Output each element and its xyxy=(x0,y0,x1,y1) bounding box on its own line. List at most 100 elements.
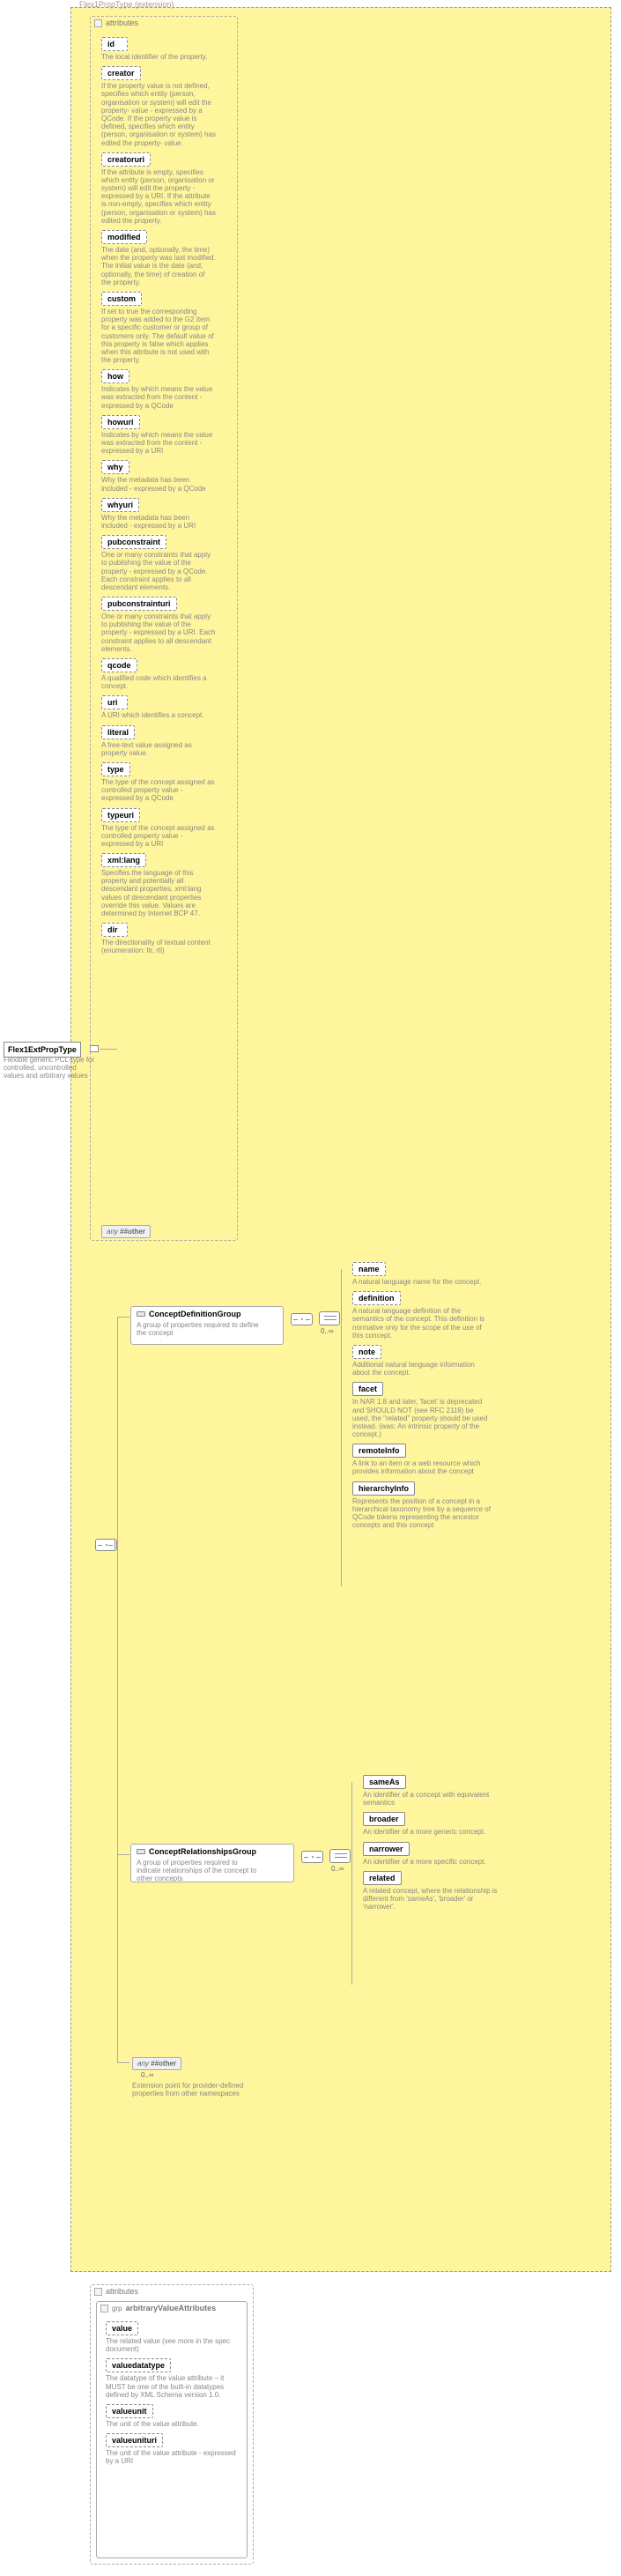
item-label: narrower xyxy=(363,1842,410,1856)
item-desc: An identifier of a more generic concept. xyxy=(363,1828,502,1836)
item-label: modified xyxy=(101,230,147,244)
schema-item: definitionA natural language definition … xyxy=(352,1291,502,1340)
rel-seq xyxy=(301,1851,323,1863)
attribute-group-box: grp arbitraryValueAttributes value The re… xyxy=(96,2301,248,2558)
attribute-group-title: arbitraryValueAttributes xyxy=(126,2304,217,2312)
item-desc: The unit of the value attribute - expres… xyxy=(106,2449,238,2465)
concept-relationships-group: ConceptRelationshipsGroup A group of pro… xyxy=(130,1844,294,1882)
item-desc: A related concept, where the relationshi… xyxy=(363,1887,502,1912)
item-desc: A natural language name for the concept. xyxy=(352,1278,492,1286)
sequence-connector xyxy=(95,1539,117,1551)
schema-item: remoteInfoA link to an item or a web res… xyxy=(352,1444,502,1475)
schema-item: noteAdditional natural language informat… xyxy=(352,1345,502,1377)
concept-definition-group: ConceptDefinitionGroup A group of proper… xyxy=(130,1306,284,1345)
group-desc: A group of properties required to indica… xyxy=(131,1859,269,1887)
item-label: facet xyxy=(352,1382,383,1396)
any-elem-desc: Extension point for provider-defined pro… xyxy=(132,2082,247,2097)
item-desc: The type of the concept assigned as cont… xyxy=(101,778,216,803)
item-label: id xyxy=(101,37,128,51)
item-label: how xyxy=(101,369,129,383)
schema-item: whyuriWhy the metadata has been included… xyxy=(101,498,218,530)
any-other-inline: any ##other xyxy=(101,1225,151,1238)
any-tally: 0..∞ xyxy=(141,2071,154,2079)
root-type-desc: Flexible generic PCL-type for controlled… xyxy=(4,1056,95,1080)
item-desc: A qualified code which identifies a conc… xyxy=(101,674,216,690)
seq-h2 xyxy=(117,1854,129,1855)
item-label: note xyxy=(352,1345,381,1359)
def-fan xyxy=(341,1269,342,1586)
schema-item: modified The date (and, optionally, the t… xyxy=(101,230,218,286)
panel-icon xyxy=(94,2288,102,2296)
item-label: valueunit xyxy=(106,2404,153,2418)
schema-item: narrower An identifier of a more specific… xyxy=(363,1842,513,1866)
schema-item: pubconstraint One or many constraints tha… xyxy=(101,535,218,591)
item-desc: The date (and, optionally, the time) whe… xyxy=(101,246,216,286)
schema-item: typeuriThe type of the concept assigned … xyxy=(101,808,218,849)
rel-choice xyxy=(329,1849,351,1863)
schema-item: facetIn NAR 1.8 and later, 'facet' is de… xyxy=(352,1382,502,1438)
item-label: remoteInfo xyxy=(352,1444,406,1458)
group-tab-icon xyxy=(137,1849,145,1854)
item-desc: An identifier of a concept with equivale… xyxy=(363,1791,502,1807)
schema-item: valueunit The unit of the value attribute… xyxy=(106,2404,241,2428)
attributes-panel-header: attributes xyxy=(91,2285,253,2298)
item-desc: A free-text value assigned as property v… xyxy=(101,741,216,757)
item-desc: A URI which identifies a concept. xyxy=(101,711,216,719)
item-desc: The datatype of the value attribute – it… xyxy=(106,2374,238,2399)
rel-fan xyxy=(351,1782,352,1985)
item-label: definition xyxy=(352,1291,401,1305)
item-label: xml:lang xyxy=(101,853,146,867)
attribute-group-header: grp arbitraryValueAttributes xyxy=(97,2302,247,2314)
item-desc: An identifier of a more specific concept… xyxy=(363,1858,502,1866)
schema-item: sameAs An identifier of a concept with eq… xyxy=(363,1775,513,1807)
schema-item: name A natural language name for the conc… xyxy=(352,1262,502,1286)
item-desc: Indicates by which means the value was e… xyxy=(101,385,216,410)
item-label: broader xyxy=(363,1812,405,1826)
seq-h1 xyxy=(117,1317,129,1318)
relationship-items-column: sameAs An identifier of a concept with eq… xyxy=(363,1775,513,1916)
panel-icon xyxy=(94,19,102,27)
item-desc: The related value (see more in the spec … xyxy=(106,2337,238,2353)
item-label: sameAs xyxy=(363,1775,406,1789)
item-label: type xyxy=(101,762,130,776)
any-label: ##other xyxy=(151,2060,176,2067)
item-label: creator xyxy=(101,66,141,80)
item-desc: Specifies the language of this property … xyxy=(101,869,216,917)
attributes-panel-bottom: attributes grp arbitraryValueAttributes … xyxy=(90,2284,254,2565)
grp-prefix: grp xyxy=(112,2305,122,2312)
item-desc: One or many constraints that apply to pu… xyxy=(101,612,216,653)
item-label: uri xyxy=(101,695,128,709)
item-desc: One or many constraints that apply to pu… xyxy=(101,551,216,591)
item-label: whyuri xyxy=(101,498,139,512)
schema-item: howuriIndicates by which means the value… xyxy=(101,415,218,456)
group-header: ConceptRelationshipsGroup xyxy=(131,1845,293,1859)
rel-tally: 0..∞ xyxy=(331,1865,344,1873)
schema-item: valueunituriThe unit of the value attrib… xyxy=(106,2433,241,2465)
def-seq xyxy=(291,1313,313,1325)
schema-item: valuedatatypeThe datatype of the value a… xyxy=(106,2358,241,2399)
item-label: value xyxy=(106,2321,138,2335)
item-desc: The directionality of textual content (e… xyxy=(101,939,216,954)
any-label: ##other xyxy=(120,1228,145,1236)
any-other-element: any ##other xyxy=(132,2057,181,2070)
group-title: ConceptDefinitionGroup xyxy=(149,1310,241,1318)
item-label: typeuri xyxy=(101,808,140,822)
item-label: custom xyxy=(101,292,142,306)
attributes-panel-title: attributes xyxy=(106,19,138,27)
item-desc: The unit of the value attribute. xyxy=(106,2420,238,2428)
schema-item: relatedA related concept, where the rela… xyxy=(363,1871,513,1912)
arbitrary-attrs-column: value The related value (see more in the … xyxy=(106,2321,241,2471)
schema-item: hierarchyInfoRepresents the position of … xyxy=(352,1481,502,1530)
extension-label: Flex1PropType (extension) xyxy=(79,0,174,9)
schema-item: whyWhy the metadata has been included - … xyxy=(101,460,218,492)
group-title: ConceptRelationshipsGroup xyxy=(149,1847,256,1856)
schema-item: idThe local identifier of the property. xyxy=(101,37,218,61)
schema-item: creatoruriIf the attribute is empty, spe… xyxy=(101,152,218,225)
schema-item: creatorIf the property value is not defi… xyxy=(101,66,218,147)
item-desc: Represents the position of a concept in … xyxy=(352,1497,492,1530)
item-label: name xyxy=(352,1262,386,1276)
item-label: pubconstraint xyxy=(101,535,166,549)
item-label: hierarchyInfo xyxy=(352,1481,415,1496)
schema-item: uri A URI which identifies a concept. xyxy=(101,695,218,719)
schema-item: dirThe directionality of textual content… xyxy=(101,923,218,954)
